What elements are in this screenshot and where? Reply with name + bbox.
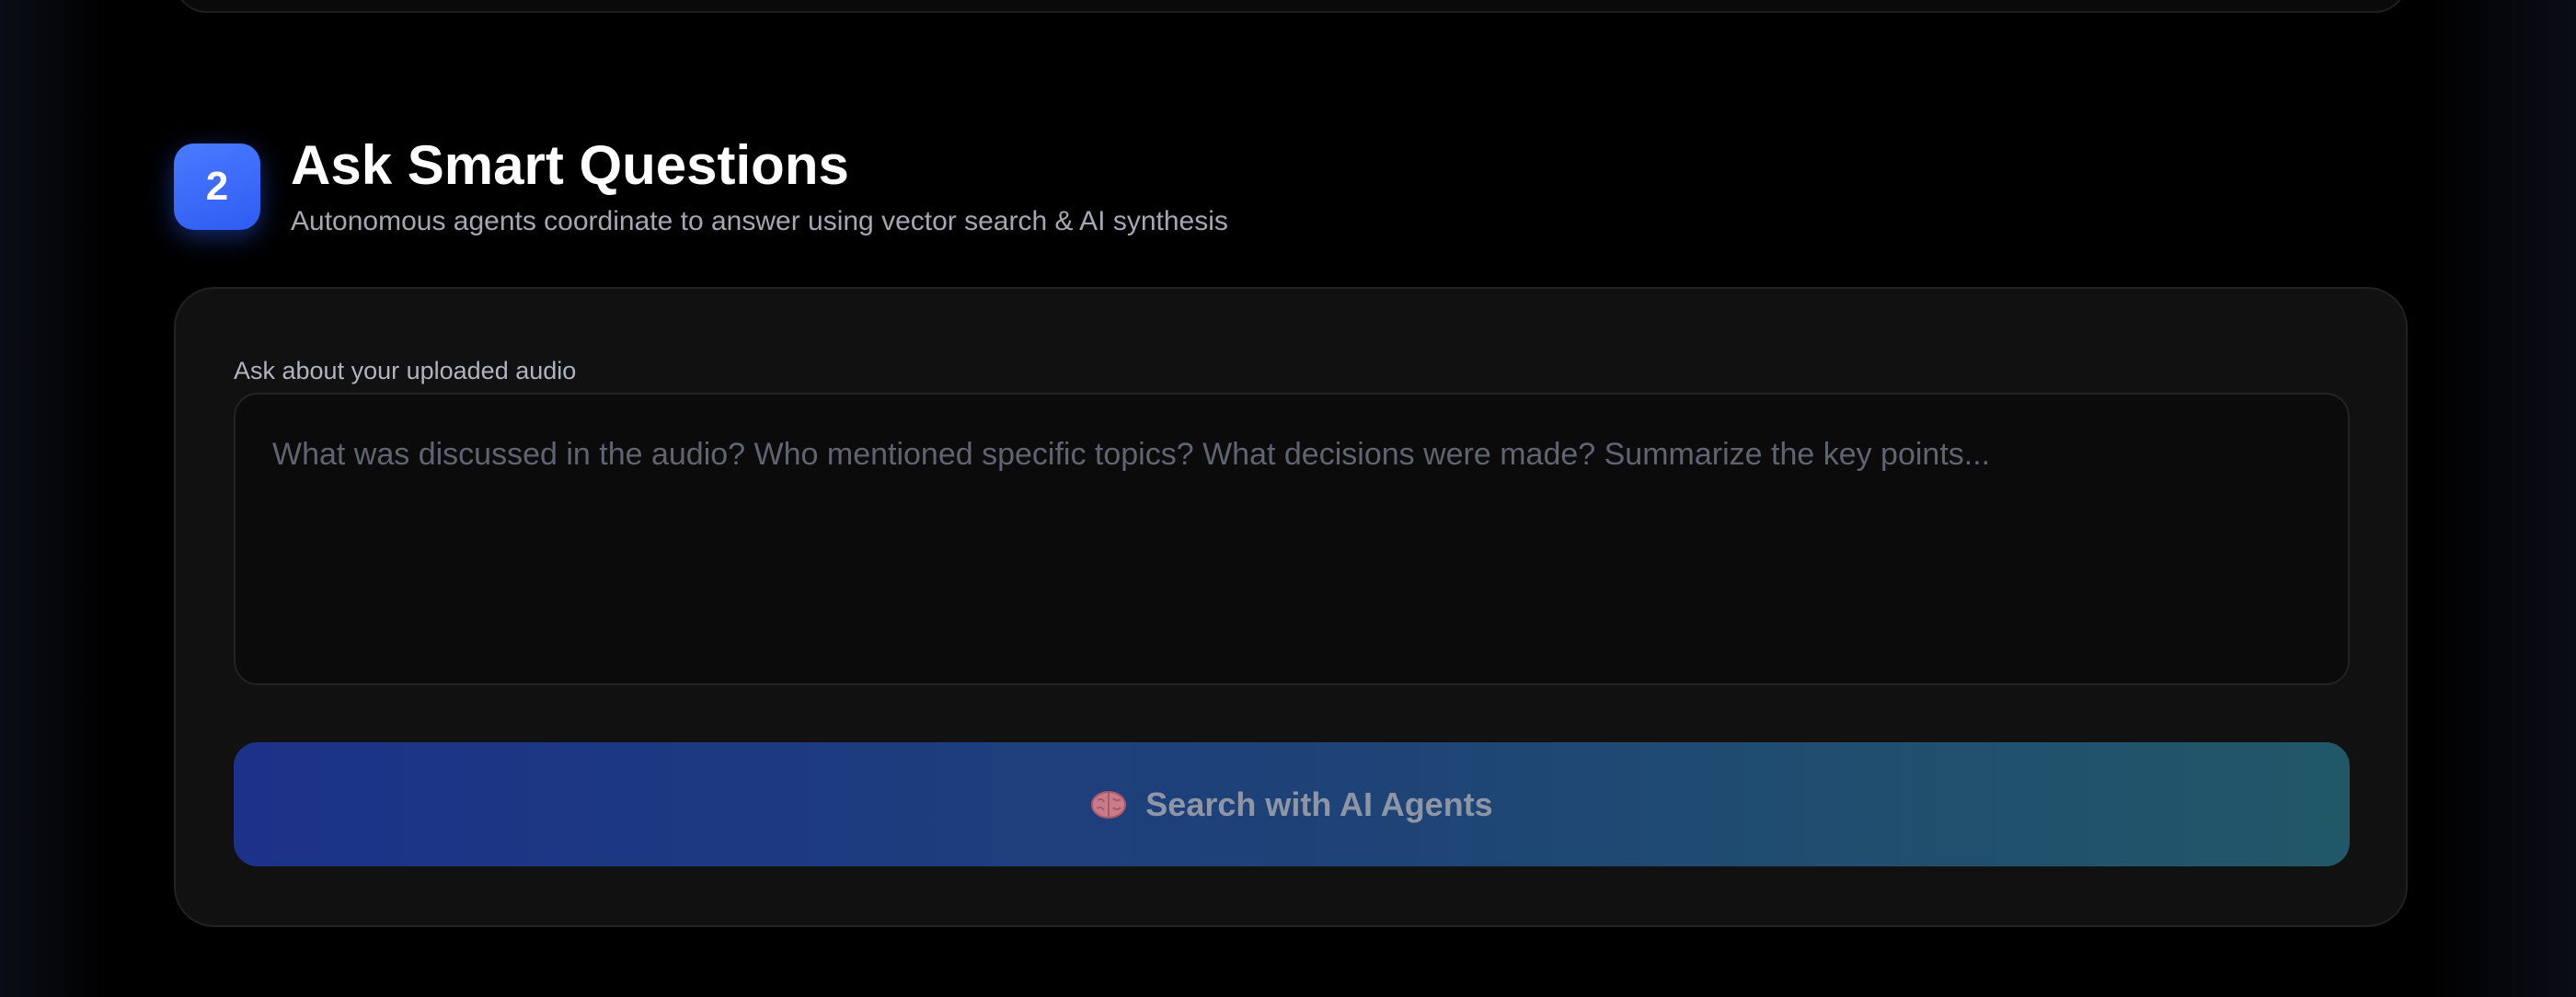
background-glow-right [2429,0,2576,997]
background-glow-left [0,0,110,997]
question-input[interactable] [234,393,2350,685]
search-with-ai-agents-button[interactable]: Search with AI Agents [234,742,2350,866]
section-subtitle: Autonomous agents coordinate to answer u… [291,206,1228,236]
previous-section-panel [174,0,2408,13]
section-title: Ask Smart Questions [291,134,849,196]
question-field-label: Ask about your uploaded audio [234,357,577,384]
step-number-badge: 2 [174,143,260,230]
search-button-label: Search with AI Agents [1145,785,1493,823]
brain-icon [1091,790,1127,819]
